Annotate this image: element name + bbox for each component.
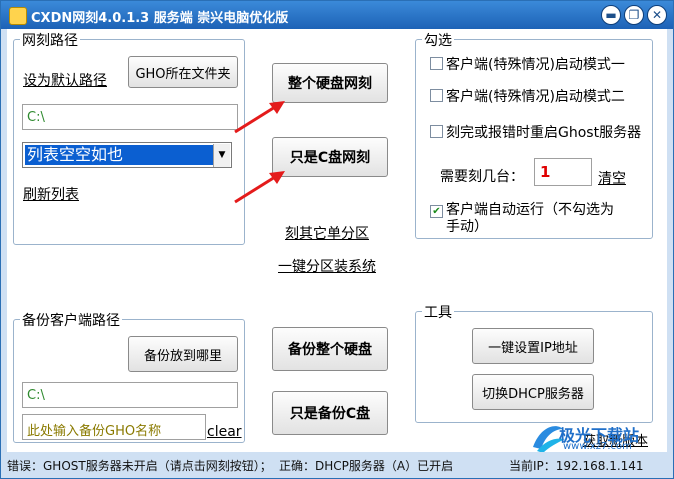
options-group-label: 勾选 bbox=[422, 30, 454, 50]
status-bar: 错误：GHOST服务器未开启（请点击网刻按钮）； 正确：DHCP服务器（A）已开… bbox=[1, 452, 673, 478]
restart-ghost-checkbox[interactable]: 刻完或报错时重启Ghost服务器 bbox=[430, 122, 641, 142]
app-window: CXDN网刻4.0.1.3 服务端 崇兴电脑优化版 ▬ ❐ ✕ 网刻路径 设为默… bbox=[0, 0, 674, 479]
backup-whole-disk-button[interactable]: 备份整个硬盘 bbox=[272, 327, 388, 371]
watermark-url: www.xz7.com bbox=[563, 441, 632, 452]
watermark-logo: 极光下载站 www.xz7.com bbox=[527, 421, 667, 455]
set-default-path-link[interactable]: 设为默认路径 bbox=[23, 70, 107, 90]
checkbox-box[interactable] bbox=[430, 125, 443, 138]
auto-run-label-line1: 客户端自动运行（不勾选为 bbox=[446, 202, 614, 218]
minimize-button[interactable]: ▬ bbox=[601, 5, 621, 25]
app-icon bbox=[9, 7, 27, 25]
clear-count-link[interactable]: 清空 bbox=[598, 168, 626, 188]
tools-group-label: 工具 bbox=[422, 302, 454, 322]
gho-folder-button[interactable]: GHO所在文件夹 bbox=[128, 56, 238, 88]
clone-c-only-button[interactable]: 只是C盘网刻 bbox=[272, 137, 388, 177]
chevron-down-icon[interactable]: ▼ bbox=[213, 144, 230, 167]
switch-dhcp-button[interactable]: 切换DHCP服务器 bbox=[472, 374, 594, 410]
restore-button[interactable]: ❐ bbox=[624, 5, 644, 25]
clear-backup-name-link[interactable]: clear bbox=[207, 424, 242, 440]
auto-run-label: 客户端自动运行（不勾选为 手动） bbox=[446, 202, 614, 236]
checkbox-box[interactable] bbox=[430, 57, 443, 70]
one-key-partition-link[interactable]: 一键分区装系统 bbox=[278, 256, 376, 276]
clone-path-input[interactable]: C:\ bbox=[22, 104, 238, 130]
status-error: 错误：GHOST服务器未开启（请点击网刻按钮）； bbox=[7, 459, 272, 473]
checkbox-box[interactable] bbox=[430, 89, 443, 102]
startup-mode2-label: 客户端(特殊情况)启动模式二 bbox=[446, 89, 625, 105]
image-list-selected-value: 列表空空如也 bbox=[25, 145, 213, 165]
clone-path-group-label: 网刻路径 bbox=[20, 30, 80, 50]
auto-run-checkbox[interactable]: ✔ 客户端自动运行（不勾选为 手动） bbox=[430, 202, 614, 236]
image-list-select[interactable]: 列表空空如也 ▼ bbox=[22, 142, 232, 168]
tools-group: 工具 一键设置IP地址 切换DHCP服务器 bbox=[415, 302, 653, 423]
startup-mode1-checkbox[interactable]: 客户端(特殊情况)启动模式一 bbox=[430, 54, 625, 74]
status-ok: 正确：DHCP服务器（A）已开启 bbox=[279, 459, 454, 473]
status-ip: 当前IP：192.168.1.141 bbox=[509, 459, 644, 473]
clone-path-group: 网刻路径 设为默认路径 GHO所在文件夹 C:\ 列表空空如也 ▼ 刷新列表 bbox=[13, 30, 245, 245]
restart-ghost-label: 刻完或报错时重启Ghost服务器 bbox=[446, 125, 642, 141]
backup-name-input[interactable]: 此处输入备份GHO名称 bbox=[22, 414, 206, 440]
options-group: 勾选 客户端(特殊情况)启动模式一 客户端(特殊情况)启动模式二 刻完或报错时重… bbox=[415, 30, 653, 239]
backup-path-group: 备份客户端路径 备份放到哪里 C:\ 此处输入备份GHO名称 clear bbox=[13, 310, 245, 443]
startup-mode2-checkbox[interactable]: 客户端(特殊情况)启动模式二 bbox=[430, 86, 625, 106]
backup-c-only-button[interactable]: 只是备份C盘 bbox=[272, 391, 388, 435]
window-title: CXDN网刻4.0.1.3 服务端 崇兴电脑优化版 bbox=[31, 11, 289, 26]
close-button[interactable]: ✕ bbox=[647, 5, 667, 25]
clone-count-label: 需要刻几台： bbox=[440, 169, 524, 185]
clone-other-partition-link[interactable]: 刻其它单分区 bbox=[285, 223, 369, 243]
backup-path-input[interactable]: C:\ bbox=[22, 382, 238, 408]
check-mark-icon[interactable]: ✔ bbox=[430, 205, 443, 218]
set-ip-button[interactable]: 一键设置IP地址 bbox=[472, 328, 594, 364]
clone-count-input[interactable]: 1 bbox=[534, 158, 592, 186]
clone-whole-disk-button[interactable]: 整个硬盘网刻 bbox=[272, 63, 388, 103]
auto-run-label-line2: 手动） bbox=[446, 219, 488, 235]
client-area: 网刻路径 设为默认路径 GHO所在文件夹 C:\ 列表空空如也 ▼ 刷新列表 整… bbox=[7, 29, 667, 472]
backup-path-group-label: 备份客户端路径 bbox=[20, 310, 122, 330]
backup-location-button[interactable]: 备份放到哪里 bbox=[128, 336, 238, 372]
startup-mode1-label: 客户端(特殊情况)启动模式一 bbox=[446, 57, 625, 73]
refresh-list-link[interactable]: 刷新列表 bbox=[23, 184, 79, 204]
title-bar[interactable]: CXDN网刻4.0.1.3 服务端 崇兴电脑优化版 ▬ ❐ ✕ bbox=[1, 1, 673, 29]
